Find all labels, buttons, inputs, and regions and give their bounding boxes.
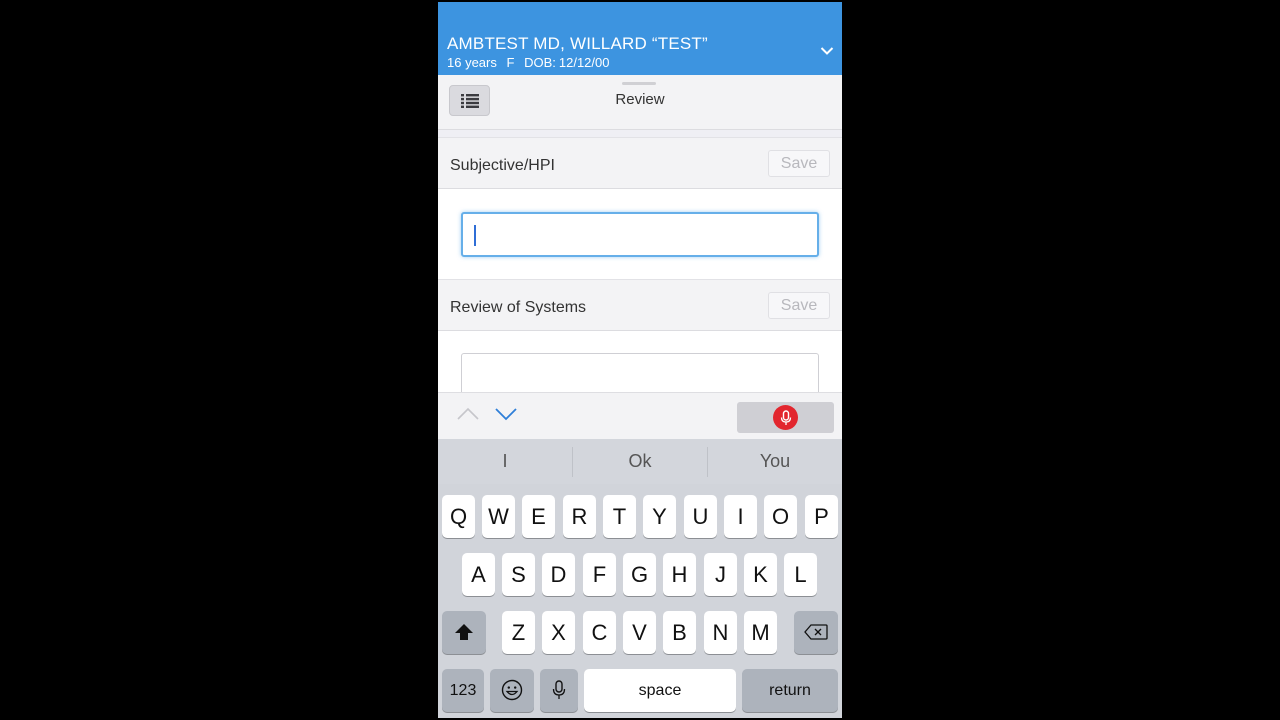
key-d[interactable]: D [542, 553, 575, 596]
key-l[interactable]: L [784, 553, 817, 596]
patient-dob-label: DOB: [524, 55, 556, 70]
key-x[interactable]: X [542, 611, 575, 654]
key-p[interactable]: P [805, 495, 838, 538]
section-header-ros: Review of Systems Save [438, 279, 842, 331]
subjective-hpi-field[interactable] [461, 212, 819, 257]
text-caret [474, 225, 476, 246]
delete-key[interactable] [794, 611, 838, 654]
chevron-down-icon[interactable] [820, 46, 834, 56]
prediction-1[interactable]: I [438, 439, 572, 484]
phone-screen: AMBTEST MD, WILLARD “TEST” 16 years F DO… [438, 2, 842, 718]
patient-sex: F [506, 55, 515, 70]
onscreen-keyboard: I Ok You Q W E R T Y U I O P A S D F G H… [438, 439, 842, 718]
patient-dob: 12/12/00 [558, 55, 610, 70]
key-y[interactable]: Y [643, 495, 676, 538]
key-m[interactable]: M [744, 611, 777, 654]
patient-name: AMBTEST MD, WILLARD “TEST” [447, 34, 708, 53]
patient-header[interactable]: AMBTEST MD, WILLARD “TEST” 16 years F DO… [438, 2, 842, 75]
key-c[interactable]: C [583, 611, 616, 654]
key-o[interactable]: O [764, 495, 797, 538]
microphone-icon [552, 680, 566, 699]
key-s[interactable]: S [502, 553, 535, 596]
microphone-icon [773, 405, 798, 430]
emoji-key[interactable] [490, 669, 534, 712]
key-k[interactable]: K [744, 553, 777, 596]
return-key[interactable]: return [742, 669, 838, 712]
shift-key[interactable] [442, 611, 486, 654]
key-j[interactable]: J [704, 553, 737, 596]
numbers-key[interactable]: 123 [442, 669, 484, 712]
key-w[interactable]: W [482, 495, 515, 538]
dictation-key[interactable] [540, 669, 578, 712]
keyboard-accessory-bar [438, 392, 842, 439]
section-body-subjective [438, 189, 842, 279]
emoji-icon [501, 679, 523, 701]
page-title: Review [615, 91, 665, 108]
section-title-subjective: Subjective/HPI [450, 157, 555, 174]
space-key[interactable]: space [584, 669, 736, 712]
chevron-down-icon[interactable] [494, 406, 518, 422]
key-t[interactable]: T [603, 495, 636, 538]
backspace-icon [804, 624, 828, 640]
key-i[interactable]: I [724, 495, 757, 538]
patient-age: 16 years [447, 55, 497, 70]
prediction-3[interactable]: You [708, 439, 842, 484]
section-header-subjective: Subjective/HPI Save [438, 137, 842, 189]
key-z[interactable]: Z [502, 611, 535, 654]
drag-handle[interactable] [622, 82, 656, 85]
chevron-up-icon[interactable] [456, 406, 480, 422]
save-subjective-button[interactable]: Save [768, 150, 830, 177]
prediction-2[interactable]: Ok [573, 439, 707, 484]
key-r[interactable]: R [563, 495, 596, 538]
key-b[interactable]: B [663, 611, 696, 654]
review-toolbar: Review [438, 75, 842, 130]
save-ros-button[interactable]: Save [768, 292, 830, 319]
key-e[interactable]: E [522, 495, 555, 538]
key-g[interactable]: G [623, 553, 656, 596]
key-f[interactable]: F [583, 553, 616, 596]
key-h[interactable]: H [663, 553, 696, 596]
key-a[interactable]: A [462, 553, 495, 596]
key-u[interactable]: U [684, 495, 717, 538]
key-q[interactable]: Q [442, 495, 475, 538]
section-body-ros [438, 331, 842, 398]
key-n[interactable]: N [704, 611, 737, 654]
shift-icon [455, 624, 473, 640]
patient-meta: 16 years F DOB: 12/12/00 [447, 55, 615, 70]
dictation-button[interactable] [737, 402, 834, 433]
section-title-ros: Review of Systems [450, 299, 587, 316]
key-v[interactable]: V [623, 611, 656, 654]
predictive-bar: I Ok You [438, 439, 842, 484]
